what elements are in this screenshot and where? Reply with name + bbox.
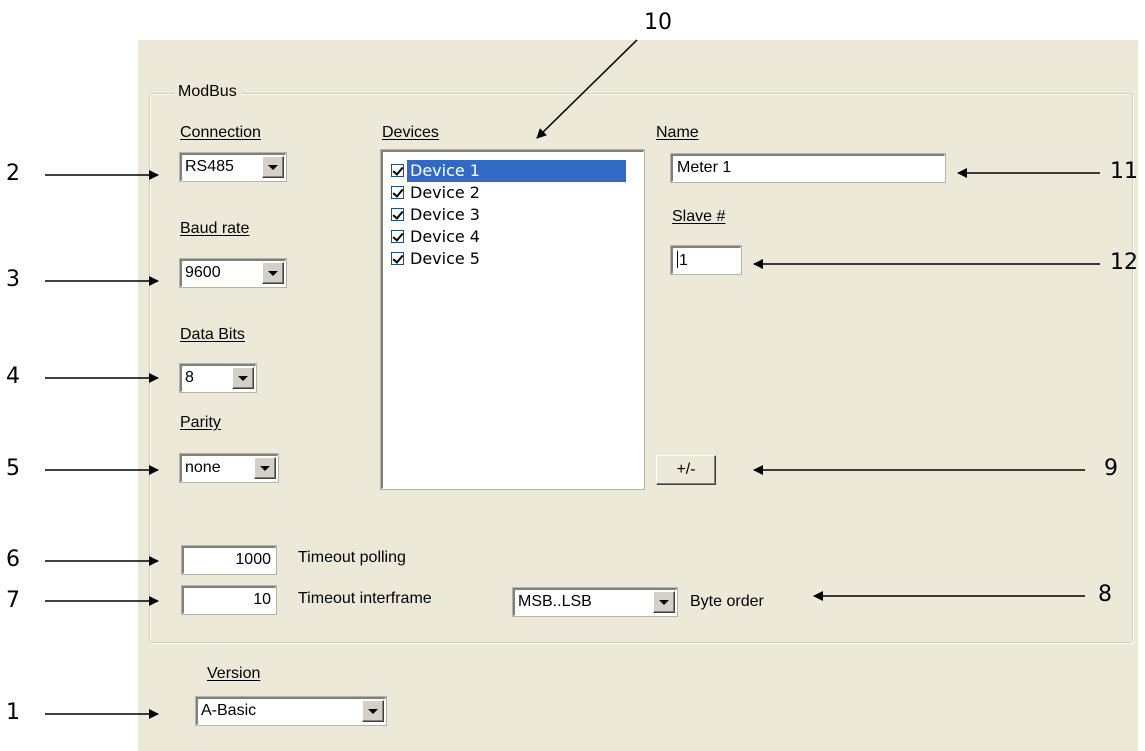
callout-number-9: 9 <box>1104 456 1118 481</box>
callout-number-10: 10 <box>644 10 672 35</box>
callout-number-1: 1 <box>6 700 20 725</box>
callout-number-4: 4 <box>6 364 20 389</box>
callout-number-2: 2 <box>6 161 20 186</box>
callout-number-5: 5 <box>6 456 20 481</box>
callout-arrows <box>45 39 1100 719</box>
callout-number-8: 8 <box>1098 582 1112 607</box>
callout-number-11: 11 <box>1110 159 1138 184</box>
callout-arrow-10 <box>536 39 638 139</box>
callout-number-3: 3 <box>6 267 20 292</box>
callout-number-7: 7 <box>6 588 20 613</box>
callout-number-6: 6 <box>6 547 20 572</box>
callout-number-12: 12 <box>1110 250 1138 275</box>
